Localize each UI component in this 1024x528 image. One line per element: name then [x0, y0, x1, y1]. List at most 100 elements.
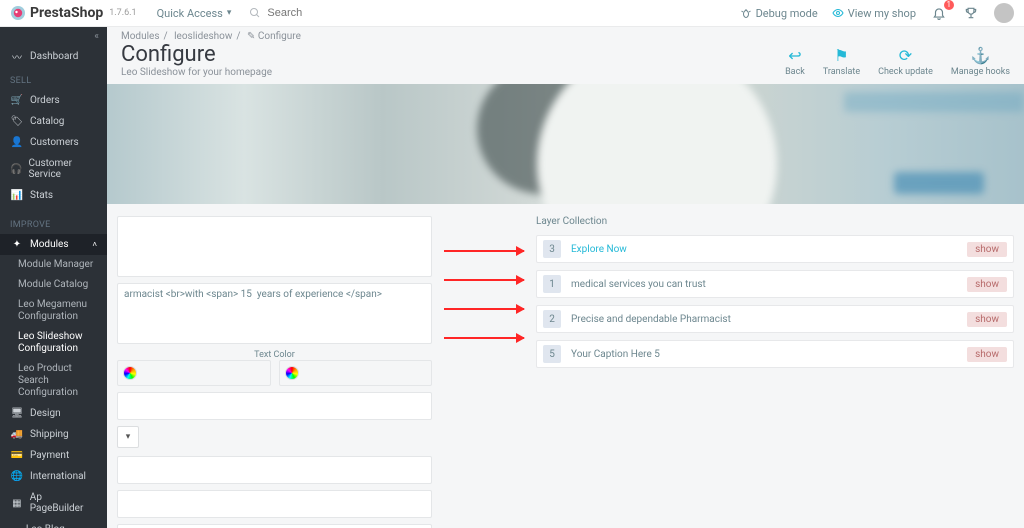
breadcrumb-item[interactable]: leoslideshow	[174, 31, 232, 42]
generic-input[interactable]	[117, 490, 432, 518]
layer-show-button[interactable]: show	[967, 312, 1007, 327]
generic-input[interactable]	[117, 456, 432, 484]
layer-row[interactable]: 2 Precise and dependable Pharmacist show	[536, 305, 1014, 333]
sidebar-label: Customer Service	[28, 158, 97, 180]
back-icon: ↩	[788, 46, 801, 65]
back-color-input[interactable]	[279, 360, 433, 386]
generic-input[interactable]	[117, 524, 432, 528]
topbar-right: Debug mode View my shop 1	[740, 3, 1014, 23]
layer-show-button[interactable]: show	[967, 277, 1007, 292]
layer-row[interactable]: 1 medical services you can trust show	[536, 270, 1014, 298]
sidebar-item-shipping[interactable]: 🚚Shipping	[0, 424, 107, 445]
sidebar-item-leo-blog[interactable]: ▤Leo Blog Management	[0, 519, 107, 528]
sidebar-label: Payment	[30, 450, 69, 461]
arrow-icon	[444, 308, 524, 310]
brand-version: 1.7.6.1	[109, 8, 136, 18]
avatar[interactable]	[994, 3, 1014, 23]
trophy-icon	[964, 6, 978, 20]
debug-mode-link[interactable]: Debug mode	[740, 7, 818, 20]
toolbar-label: Back	[785, 67, 805, 77]
arrow-icon	[444, 279, 524, 281]
sidebar-label: Customers	[30, 137, 79, 148]
quick-access-dropdown[interactable]: Quick Access ▾	[157, 7, 232, 20]
prestashop-icon	[10, 5, 26, 21]
toolbar-label: Translate	[823, 67, 860, 77]
sidebar-item-dashboard[interactable]: 〰 Dashboard	[0, 45, 107, 70]
toolbar-back-button[interactable]: ↩ Back	[785, 46, 805, 77]
notifications-button[interactable]: 1	[930, 4, 948, 22]
layer-collection-title: Layer Collection	[536, 216, 1014, 227]
layer-number: 2	[543, 310, 561, 328]
sidebar-item-customer-service[interactable]: 🎧 Customer Service	[0, 153, 107, 185]
sidebar-label: Stats	[30, 190, 53, 201]
toolbar-manage-hooks-button[interactable]: ⚓ Manage hooks	[951, 46, 1010, 77]
slideshow-preview	[107, 84, 1024, 204]
sidebar-item-customers[interactable]: 👤Customers	[0, 132, 107, 153]
main-content: Modules/ leoslideshow/ ✎ Configure Confi…	[107, 27, 1024, 528]
layer-collection-panel: Layer Collection 3 Explore Now show 1 me…	[536, 216, 1014, 528]
text-input[interactable]	[117, 216, 432, 277]
layer-label: medical services you can trust	[571, 279, 706, 290]
toolbar-translate-button[interactable]: ⚑Translate	[823, 46, 860, 77]
text-field-textarea[interactable]	[124, 222, 425, 268]
toolbar-label: Check update	[878, 67, 933, 77]
sidebar-label: Orders	[30, 95, 60, 106]
layer-show-button[interactable]: show	[967, 242, 1007, 257]
breadcrumb-item[interactable]: Modules	[121, 31, 159, 42]
tag-icon: 🏷	[10, 116, 24, 127]
sidebar-item-international[interactable]: 🌐 International	[0, 466, 107, 487]
caption-field-textarea[interactable]: armacist <br>with <span> 15 years of exp…	[124, 289, 425, 335]
sidebar-item-orders[interactable]: 🛒Orders	[0, 90, 107, 111]
refresh-icon: ⟳	[899, 46, 912, 65]
puzzle-icon: ✦	[10, 239, 24, 250]
dropdown-small[interactable]: ▾	[117, 426, 139, 448]
front-color-input[interactable]	[117, 360, 271, 386]
layer-row[interactable]: 3 Explore Now show	[536, 235, 1014, 263]
sidebar-sub-module-catalog[interactable]: Module Catalog	[0, 275, 107, 295]
page-title: Configure	[121, 42, 272, 67]
page-subtitle: Leo Slideshow for your homepage	[121, 67, 272, 78]
sidebar-item-design[interactable]: 🖥Design	[0, 403, 107, 424]
edit-icon: ✎	[247, 31, 255, 42]
layer-form: armacist <br>with <span> 15 years of exp…	[117, 216, 432, 528]
sidebar-item-payment[interactable]: 💳Payment	[0, 445, 107, 466]
sidebar-item-appagebuilder[interactable]: ▦Ap PageBuilder	[0, 487, 107, 519]
annotation-arrows	[444, 216, 524, 528]
sidebar-item-catalog[interactable]: 🏷 Catalog	[0, 111, 107, 132]
layer-show-button[interactable]: show	[967, 347, 1007, 362]
color-swatch-icon[interactable]	[123, 366, 137, 380]
caption-input[interactable]: armacist <br>with <span> 15 years of exp…	[117, 283, 432, 344]
truck-icon: 🚚	[10, 429, 24, 440]
bug-icon	[740, 7, 752, 19]
generic-input[interactable]	[117, 392, 432, 420]
toolbar-label: Manage hooks	[951, 67, 1010, 77]
gift-button[interactable]	[962, 4, 980, 22]
layer-row[interactable]: 5 Your Caption Here 5 show	[536, 340, 1014, 368]
headset-icon: 🎧	[10, 164, 22, 175]
sidebar-sub-leo-product-search[interactable]: Leo Product Search Configuration	[0, 359, 107, 403]
toolbar-check-update-button[interactable]: ⟳ Check update	[878, 46, 933, 77]
sidebar-label: International	[30, 471, 86, 482]
sidebar-item-stats[interactable]: 📊Stats	[0, 185, 107, 206]
text-color-label: Text Color	[117, 350, 432, 360]
chevron-down-icon: ▾	[227, 8, 232, 18]
sidebar-label: Catalog	[30, 116, 64, 127]
view-shop-link[interactable]: View my shop	[832, 7, 916, 20]
builder-icon: ▦	[10, 498, 24, 509]
sidebar-sub-module-manager[interactable]: Module Manager	[0, 255, 107, 275]
globe-icon: 🌐	[10, 471, 24, 482]
design-icon: 🖥	[10, 408, 24, 419]
sidebar-item-modules[interactable]: ✦ Modules ˄	[0, 234, 107, 255]
sidebar-section-improve: IMPROVE	[0, 214, 107, 234]
view-shop-label: View my shop	[848, 7, 916, 20]
debug-mode-label: Debug mode	[756, 7, 818, 20]
color-swatch-icon[interactable]	[285, 366, 299, 380]
sidebar-sub-leo-slideshow[interactable]: Leo Slideshow Configuration	[0, 327, 107, 359]
notification-badge: 1	[944, 0, 955, 10]
search-input[interactable]	[267, 7, 407, 19]
sidebar-collapse-button[interactable]: «	[0, 27, 107, 45]
sidebar-sub-leo-megamenu[interactable]: Leo Megamenu Configuration	[0, 295, 107, 327]
anchor-icon: ⚓	[970, 46, 990, 65]
bell-icon	[932, 6, 946, 20]
layer-number: 5	[543, 345, 561, 363]
